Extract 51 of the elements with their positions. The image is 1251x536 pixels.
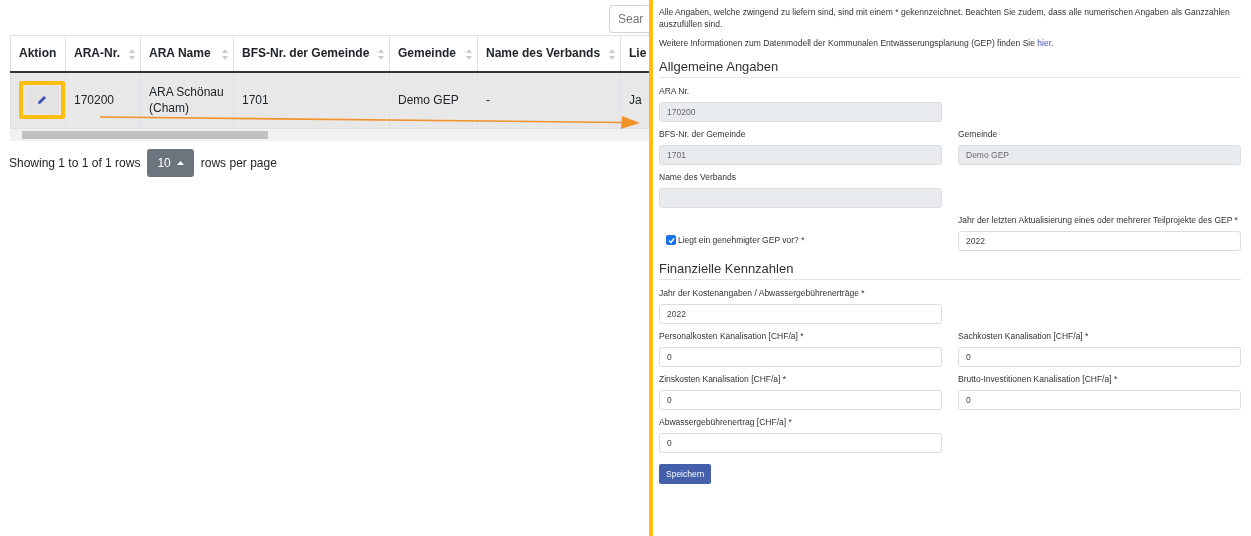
field-label: Jahr der Kostenangaben / Abwassergebührenerträge * <box>659 288 866 299</box>
field-label: Sachkosten Kanalisation [CHF/a] * <box>958 331 1090 342</box>
sort-icon <box>466 49 472 60</box>
column-header[interactable]: ARA Name <box>140 35 234 72</box>
input-field[interactable]: 0 <box>958 390 1241 410</box>
table-cell: 1701 <box>242 93 269 107</box>
field-label: Personalkosten Kanalisation [CHF/a] * <box>659 331 805 342</box>
input-field[interactable]: 0 <box>659 433 942 453</box>
field-label: Abwassergebührenertrag [CHF/a] * <box>659 417 793 428</box>
info-text: Weitere Informationen zum Datenmodell der Kommunalen Entwässerungsplanung (GEP) finden Sie hier. <box>659 37 1055 49</box>
table-cell: - <box>486 93 490 107</box>
column-header: Aktion <box>10 35 66 72</box>
input-field[interactable]: 0 <box>659 347 942 367</box>
field-label: Brutto-Investitionen Kanalisation [CHF/a] * <box>958 374 1119 385</box>
field-label: BFS-Nr. der Gemeinde <box>659 129 747 140</box>
sort-icon <box>609 49 615 60</box>
table-cell: Ja <box>629 93 642 107</box>
checkbox[interactable] <box>666 235 676 245</box>
field-label: Jahr der letzten Aktualisierung eines oder mehrerer Teilprojekte des GEP * <box>958 215 1239 226</box>
input-field[interactable]: 2022 <box>659 304 942 324</box>
field-label: ARA Nr. <box>659 86 691 97</box>
intro-text: Alle Angaben, welche zwingend zu liefern sind, sind mit einem * gekennzeichnet. Beachten Sie zudem, dass alle numerischen Angaben als Ganzzahlen auszufüllen sind. <box>659 6 1231 30</box>
pagination-summary: Showing 1 to 1 of 1 rows <box>9 155 141 170</box>
edit-button[interactable] <box>25 87 59 113</box>
column-header[interactable]: ARA-Nr. <box>65 35 141 72</box>
section-title: Finanzielle Kennzahlen <box>659 261 1241 280</box>
column-header[interactable]: BFS-Nr. der Gemeinde <box>233 35 390 72</box>
sort-icon <box>222 49 228 60</box>
save-button[interactable]: Speichern <box>659 464 712 484</box>
column-header[interactable]: Gemeinde <box>389 35 478 72</box>
table-cell: 170200 <box>74 93 115 107</box>
table-cell: ARA Schönau (Cham) <box>149 84 225 116</box>
input-field[interactable]: 2022 <box>958 231 1241 251</box>
input-field[interactable]: 0 <box>958 347 1241 367</box>
table-row[interactable]: 170200 ARA Schönau (Cham) 1701 Demo GEP - Ja <box>10 71 649 128</box>
caret-icon <box>176 160 184 165</box>
field-label: Gemeinde <box>958 129 999 140</box>
search-field[interactable]: Sear <box>609 5 649 33</box>
sort-icon <box>378 49 384 60</box>
info-link[interactable]: hier <box>1037 38 1051 48</box>
pencil-icon <box>37 95 47 105</box>
sort-icon <box>129 49 135 60</box>
field-label: Name des Verbands <box>659 172 738 183</box>
section-title: Allgemeine Angaben <box>659 59 1241 78</box>
page-size-button[interactable]: 10 <box>147 148 194 177</box>
checkbox-label: Liegt ein genehmigter GEP vor? * <box>678 235 805 245</box>
column-header[interactable]: Name des Verbands <box>477 35 621 72</box>
field-label: Zinskosten Kanalisation [CHF/a] * <box>659 374 788 385</box>
input-field[interactable]: 0 <box>659 390 942 410</box>
table-cell: Demo GEP <box>398 93 459 107</box>
pagination-label: rows per page <box>200 155 277 170</box>
